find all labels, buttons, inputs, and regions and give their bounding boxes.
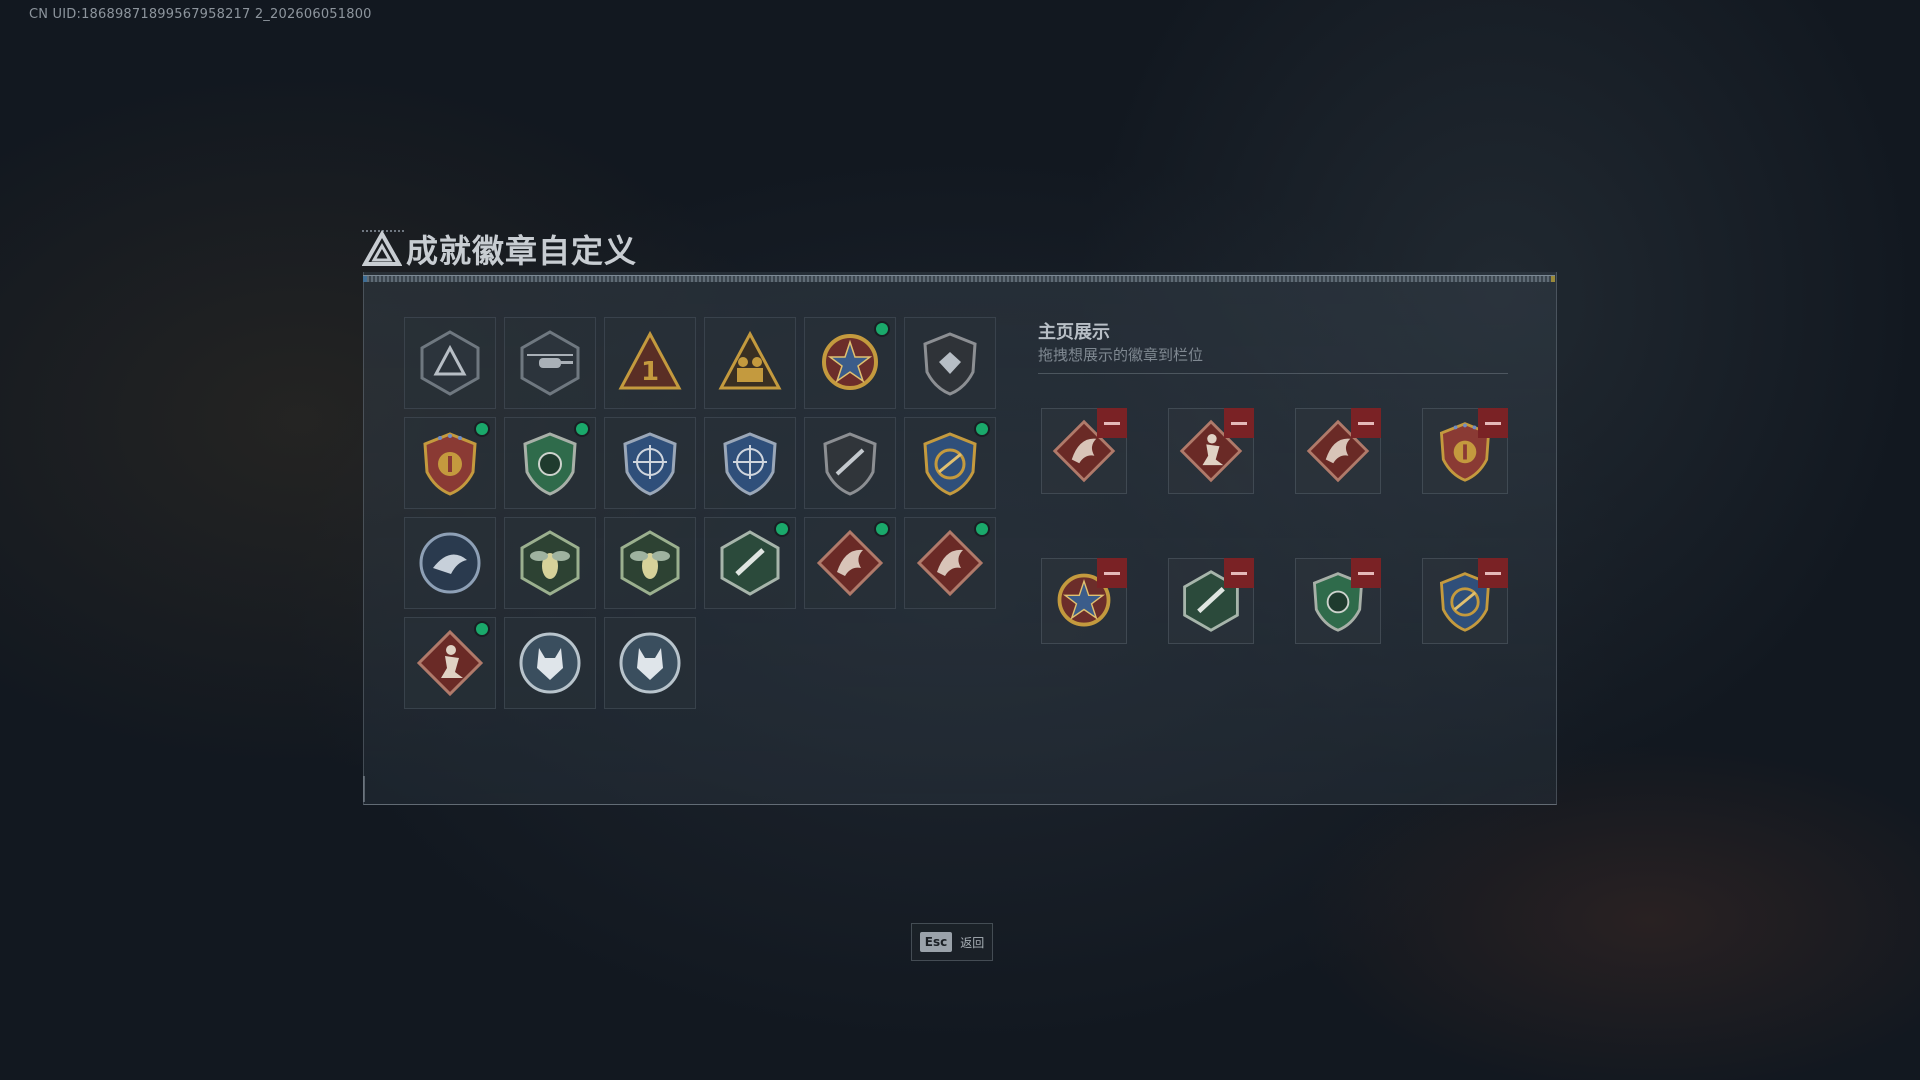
showcase-title: 主页展示: [1038, 322, 1110, 343]
badge-cell[interactable]: [404, 317, 496, 409]
remove-badge-button[interactable]: [1478, 408, 1508, 438]
showcase-slot[interactable]: [1041, 408, 1127, 494]
minus-icon: [1358, 571, 1374, 575]
minus-icon: [1104, 571, 1120, 575]
showcase-slot[interactable]: [1295, 558, 1381, 644]
triangle-emblem-icon: [420, 330, 480, 396]
panel-top-bar: [363, 275, 1555, 282]
new-indicator-dot: [976, 523, 988, 535]
showcase-slot[interactable]: [1422, 558, 1508, 644]
badge-grid: 1: [404, 317, 996, 709]
badge-cell[interactable]: [604, 617, 696, 709]
remove-badge-button[interactable]: [1097, 408, 1127, 438]
minus-icon: [1231, 421, 1247, 425]
badge-cell[interactable]: [404, 517, 496, 609]
new-indicator-dot: [576, 423, 588, 435]
badge-cell[interactable]: [804, 517, 896, 609]
new-indicator-dot: [876, 523, 888, 535]
remove-badge-button[interactable]: [1097, 558, 1127, 588]
remove-badge-button[interactable]: [1224, 558, 1254, 588]
gold-rifle-wreath-icon: [923, 432, 977, 496]
badge-cell[interactable]: [404, 617, 496, 709]
badge-cell[interactable]: [504, 517, 596, 609]
green-eagle-shield-icon: [523, 432, 577, 496]
minus-icon: [1485, 421, 1501, 425]
new-indicator-dot: [876, 323, 888, 335]
page-title: 成就徽章自定义: [406, 232, 638, 270]
badge-cell[interactable]: [704, 417, 796, 509]
wolf-emblem-icon: [519, 632, 581, 694]
badge-cell[interactable]: [904, 417, 996, 509]
green-rifle-emblem-icon: [720, 530, 780, 596]
showcase-slot[interactable]: [1168, 558, 1254, 644]
hornet-emblem-icon: [520, 530, 580, 596]
esc-key-hint: Esc: [919, 932, 953, 952]
badge-cell[interactable]: [904, 317, 996, 409]
showcase-slot[interactable]: [1422, 408, 1508, 494]
badge-cell[interactable]: [804, 417, 896, 509]
minus-icon: [1231, 571, 1247, 575]
remove-badge-button[interactable]: [1351, 408, 1381, 438]
back-button[interactable]: Esc 返回: [911, 923, 993, 961]
new-indicator-dot: [476, 423, 488, 435]
panel-corner-decoration: [363, 776, 373, 802]
uid-label: CN UID:18689871899567958217 2_2026060518…: [29, 7, 372, 22]
minus-icon: [1358, 421, 1374, 425]
hornet-emblem-icon: [620, 530, 680, 596]
badge-cell[interactable]: [704, 517, 796, 609]
badge-cell[interactable]: [604, 517, 696, 609]
remove-badge-button[interactable]: [1224, 408, 1254, 438]
badge-cell[interactable]: [504, 417, 596, 509]
showcase-slots: [1041, 408, 1508, 644]
badge-cell[interactable]: [704, 317, 796, 409]
badge-cell[interactable]: 1: [604, 317, 696, 409]
minus-icon: [1485, 571, 1501, 575]
rifle-emblem-icon: [823, 432, 877, 496]
showcase-slot[interactable]: [1041, 558, 1127, 644]
badge-cell[interactable]: [804, 317, 896, 409]
soldier-kneel-emblem-icon: [416, 629, 484, 697]
new-indicator-dot: [476, 623, 488, 635]
remove-badge-button[interactable]: [1478, 558, 1508, 588]
back-label: 返回: [960, 935, 985, 950]
minus-icon: [1104, 421, 1120, 425]
number-one-emblem-icon: 1: [618, 330, 682, 390]
red-dragon-emblem-icon: [916, 529, 984, 597]
svg-text:1: 1: [641, 357, 659, 387]
showcase-divider: [1038, 373, 1508, 374]
badge-cell[interactable]: [504, 317, 596, 409]
showcase-slot[interactable]: [1295, 408, 1381, 494]
gold-laurel-badge-icon: [423, 432, 477, 496]
badge-cell[interactable]: [504, 617, 596, 709]
showcase-subtitle: 拖拽想展示的徽章到栏位: [1038, 346, 1204, 364]
soldiers-emblem-icon: [718, 330, 782, 390]
crosshair-rifle-shield-icon: [623, 432, 677, 496]
remove-badge-button[interactable]: [1351, 558, 1381, 588]
wolf-emblem-icon: [619, 632, 681, 694]
new-indicator-dot: [776, 523, 788, 535]
eagle-emblem-icon: [419, 532, 481, 594]
showcase-slot[interactable]: [1168, 408, 1254, 494]
game-logo-icon: [362, 229, 402, 266]
crosshair-rifle-shield-icon: [723, 432, 777, 496]
red-dragon-emblem-icon: [816, 529, 884, 597]
badge-cell[interactable]: [604, 417, 696, 509]
new-indicator-dot: [976, 423, 988, 435]
page-header: 成就徽章自定义: [362, 225, 637, 273]
shield-emblem-icon: [923, 332, 977, 396]
star-medal-icon: [822, 334, 878, 390]
badge-cell[interactable]: [904, 517, 996, 609]
badge-cell[interactable]: [404, 417, 496, 509]
helicopter-emblem-icon: [520, 330, 580, 396]
